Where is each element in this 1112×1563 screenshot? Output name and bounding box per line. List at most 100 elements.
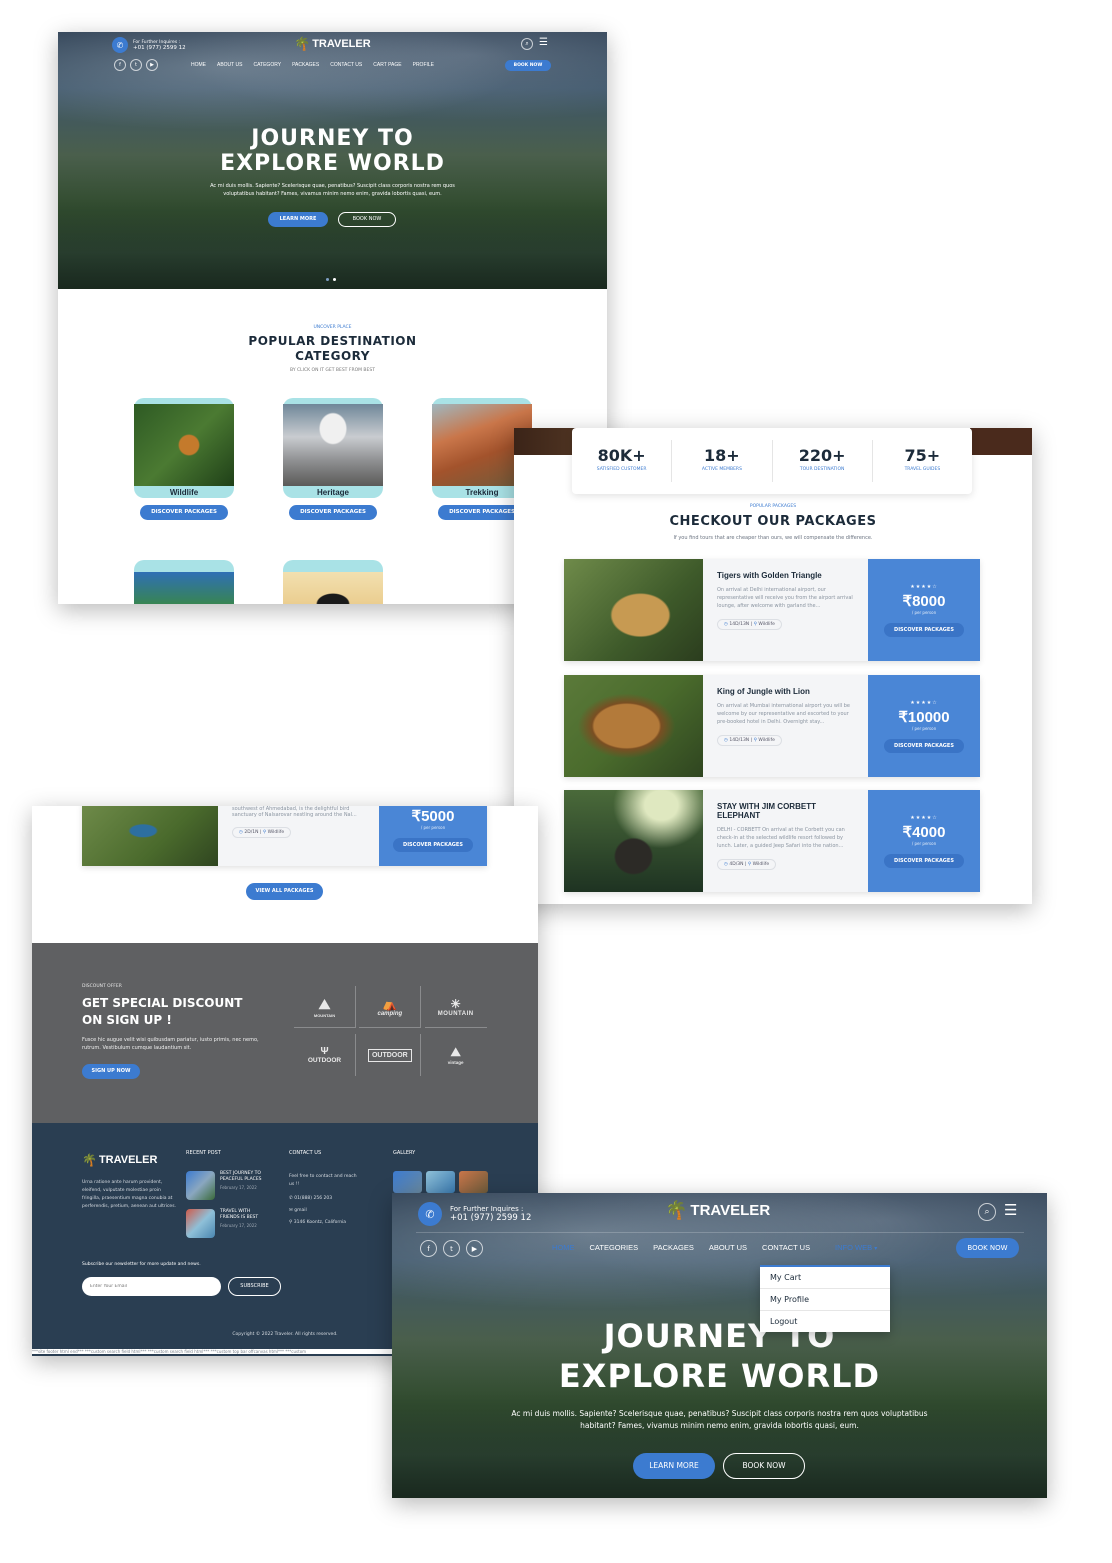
youtube-icon[interactable]: ▶ <box>466 1240 483 1257</box>
recent-post-item[interactable]: BEST JOURNEY TO PEACEFUL PLACES February… <box>186 1171 268 1200</box>
menu-item-logout[interactable]: Logout <box>760 1311 890 1332</box>
package-duration: 14D/13N <box>729 622 750 627</box>
package-description: sanctuary of Nalsarovar nestling around … <box>232 812 357 818</box>
packages-kicker: POPULAR PACKAGES <box>749 504 797 509</box>
discover-packages-button[interactable]: DISCOVER PACKAGES <box>393 838 473 852</box>
facebook-icon[interactable]: f <box>420 1240 437 1257</box>
package-title[interactable]: STAY WITH JIM CORBETT ELEPHANT <box>717 802 854 820</box>
rating-stars: ★★★★☆ <box>910 583 938 590</box>
package-card[interactable]: King of Jungle with Lion On arrival at M… <box>564 675 980 777</box>
nav-link-home[interactable]: HOME <box>552 1243 575 1252</box>
nav-link-packages[interactable]: PACKAGES <box>292 62 319 68</box>
book-now-button[interactable]: BOOK NOW <box>956 1238 1019 1258</box>
recent-post-item[interactable]: TRAVEL WITH FRIENDS IS BEST February 17,… <box>186 1209 268 1238</box>
nav-link-category[interactable]: CATEGORY <box>253 62 281 68</box>
category-card-partial-1[interactable] <box>134 560 234 604</box>
gallery-image[interactable] <box>393 1171 422 1193</box>
inquiry-block: ✆ For Further Inquires : +01 (977) 2599 … <box>418 1202 531 1226</box>
discover-packages-button[interactable]: DISCOVER PACKAGES <box>884 622 964 637</box>
heritage-image <box>283 404 383 486</box>
hero-description-line2: habitant? Fames, vivamus minim nemo enim… <box>580 1421 859 1430</box>
category-card-partial-2[interactable] <box>283 560 383 604</box>
post-date: February 17, 2022 <box>220 1185 257 1190</box>
package-duration: 14D/13N <box>729 738 750 743</box>
post-title[interactable]: BEST JOURNEY TO PEACEFUL PLACES <box>220 1171 268 1183</box>
footer-logo[interactable]: 🌴 TRAVELER <box>82 1153 157 1167</box>
post-title[interactable]: TRAVEL WITH FRIENDS IS BEST <box>220 1209 268 1221</box>
package-card[interactable]: STAY WITH JIM CORBETT ELEPHANT DELHI - C… <box>564 790 980 892</box>
stat-value: 18+ <box>704 446 740 465</box>
twitter-icon[interactable]: t <box>443 1240 460 1257</box>
hero-book-now-button[interactable]: BOOK NOW <box>723 1453 805 1479</box>
nav-info-web-dropdown[interactable]: INFO WEB ▾ <box>835 1243 877 1252</box>
nav-link-categories[interactable]: CATEGORIES <box>590 1243 639 1252</box>
location-pin-icon: ⚲ <box>747 862 752 867</box>
clock-icon: ◷ <box>724 738 728 743</box>
gallery-heading: GALLERY <box>393 1150 416 1156</box>
youtube-icon[interactable]: ▶ <box>146 59 158 71</box>
package-title[interactable]: Tigers with Golden Triangle <box>717 571 854 580</box>
section-title-line1: POPULAR DESTINATION <box>248 334 417 348</box>
newsletter-email-input[interactable] <box>82 1277 221 1296</box>
package-type: Wildlife <box>267 830 285 835</box>
slider-dot[interactable] <box>326 278 329 281</box>
inquiry-phone[interactable]: +01 (977) 2599 12 <box>450 1213 531 1223</box>
menu-item-my-cart[interactable]: My Cart <box>760 1267 890 1289</box>
book-now-button[interactable]: BOOK NOW <box>505 60 551 71</box>
site-logo[interactable]: 🌴 TRAVELER <box>665 1200 770 1221</box>
camping-badge-icon: ⛺ camping <box>359 986 422 1028</box>
nav-link-packages[interactable]: PACKAGES <box>653 1243 694 1252</box>
contact-email[interactable]: ✉ gmail <box>289 1208 307 1213</box>
nav-link-contact-us[interactable]: CONTACT US <box>330 62 362 68</box>
discount-title-line1: GET SPECIAL DISCOUNT <box>82 996 243 1010</box>
contact-phone[interactable]: ✆ 01(888) 256 203 <box>289 1196 332 1201</box>
twitter-icon[interactable]: t <box>130 59 142 71</box>
nav-link-contact-us[interactable]: CONTACT US <box>762 1243 810 1252</box>
discover-packages-button[interactable]: DISCOVER PACKAGES <box>884 853 964 868</box>
package-card-partial[interactable]: southwest of Ahmedabad, is the delightfu… <box>82 806 487 866</box>
sign-up-now-button[interactable]: SIGN UP NOW <box>82 1064 140 1079</box>
learn-more-button[interactable]: LEARN MORE <box>633 1453 715 1479</box>
discover-packages-button[interactable]: DISCOVER PACKAGES <box>438 505 526 520</box>
inquiry-phone[interactable]: +01 (977) 2599 12 <box>133 45 186 51</box>
gallery-image[interactable] <box>459 1171 488 1193</box>
search-icon[interactable]: ⌕ <box>521 38 533 50</box>
hero-title-line2: EXPLORE WORLD <box>220 151 445 176</box>
menu-icon[interactable]: ☰ <box>539 37 548 48</box>
menu-item-my-profile[interactable]: My Profile <box>760 1289 890 1311</box>
subscribe-button[interactable]: SUBSCRIBE <box>228 1277 281 1296</box>
mail-icon: ✉ <box>289 1208 293 1213</box>
hero-book-now-button[interactable]: BOOK NOW <box>338 212 396 227</box>
brand-name: TRAVELER <box>690 1202 771 1219</box>
nav-link-profile[interactable]: PROFILE <box>413 62 434 68</box>
category-card-heritage[interactable]: Heritage DISCOVER PACKAGES <box>283 398 383 520</box>
slider-dots[interactable] <box>326 278 336 281</box>
learn-more-button[interactable]: LEARN MORE <box>268 212 328 227</box>
site-logo[interactable]: 🌴 TRAVELER <box>294 36 371 52</box>
section-kicker: UNCOVER PLACE <box>313 325 352 330</box>
facebook-icon[interactable]: f <box>114 59 126 71</box>
search-icon[interactable]: ⌕ <box>978 1203 996 1221</box>
location-pin-icon: ⚲ <box>753 622 757 627</box>
slider-dot-active[interactable] <box>333 278 336 281</box>
brand-name: TRAVELER <box>98 1154 158 1166</box>
category-card-wildlife[interactable]: Wildlife DISCOVER PACKAGES <box>134 398 234 520</box>
discover-packages-button[interactable]: DISCOVER PACKAGES <box>140 505 228 520</box>
menu-icon[interactable]: ☰ <box>1004 1201 1017 1219</box>
package-title[interactable]: King of Jungle with Lion <box>717 687 854 696</box>
lion-image <box>564 675 703 777</box>
hero-description-line1: Ac mi duis mollis. Sapiente? Scelerisque… <box>210 183 455 189</box>
nav-link-about-us[interactable]: ABOUT US <box>217 62 242 68</box>
social-links: f t ▶ <box>114 59 158 71</box>
nav-link-home[interactable]: HOME <box>191 62 206 68</box>
palm-tree-icon: 🌴 <box>665 1200 688 1220</box>
stat-label: ACTIVE MEMBERS <box>701 467 742 472</box>
package-card[interactable]: Tigers with Golden Triangle On arrival a… <box>564 559 980 661</box>
nav-link-about-us[interactable]: ABOUT US <box>709 1243 747 1252</box>
discover-packages-button[interactable]: DISCOVER PACKAGES <box>884 738 964 753</box>
gallery-image[interactable] <box>426 1171 455 1193</box>
discover-packages-button[interactable]: DISCOVER PACKAGES <box>289 505 377 520</box>
package-type: Wildlife <box>758 622 775 627</box>
nav-link-cart-page[interactable]: CART PAGE <box>373 62 401 68</box>
view-all-packages-button[interactable]: VIEW ALL PACKAGES <box>246 883 323 900</box>
